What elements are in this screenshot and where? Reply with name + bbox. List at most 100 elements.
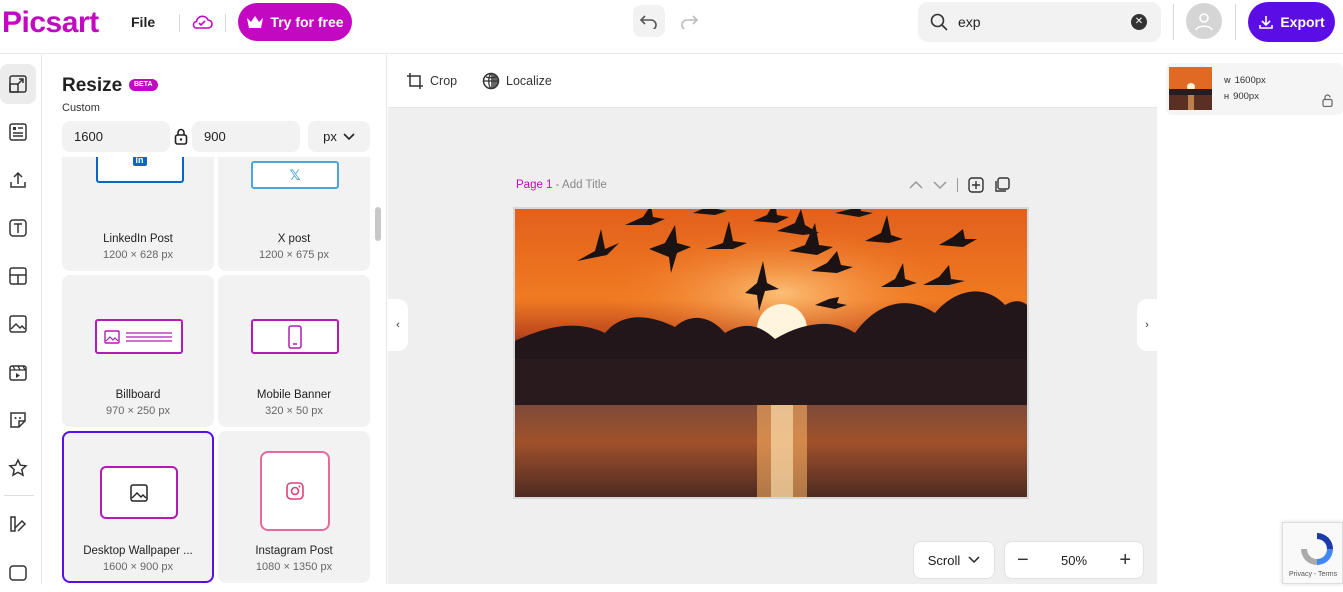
layer-thumbnail <box>1169 67 1212 110</box>
aspect-lock-icon[interactable] <box>174 128 188 150</box>
preset-size: 970 × 250 px <box>106 405 170 417</box>
image-icon <box>130 483 148 502</box>
divider <box>1235 4 1236 40</box>
preset-card-linkedin[interactable]: in LinkedIn Post 1200 × 628 px <box>62 157 214 271</box>
rail-templates[interactable] <box>0 112 36 152</box>
rail-video[interactable] <box>0 352 36 392</box>
resize-icon <box>9 75 27 93</box>
move-page-down-icon[interactable] <box>933 180 947 190</box>
divider <box>1173 4 1174 40</box>
rail-folders[interactable] <box>0 552 36 592</box>
beta-badge: BETA <box>129 79 158 91</box>
crop-label: Crop <box>430 74 458 88</box>
rail-upload[interactable] <box>0 160 36 200</box>
rail-layout[interactable] <box>0 256 36 296</box>
layer-lock-icon[interactable] <box>1322 94 1333 107</box>
height-input[interactable] <box>192 121 300 152</box>
panel-title: Resize <box>62 75 123 96</box>
instagram-icon <box>286 482 304 500</box>
file-menu-button[interactable]: File <box>121 12 165 32</box>
chevron-down-icon <box>343 132 355 140</box>
sunset-photo[interactable] <box>515 209 1027 497</box>
chevron-left-icon: ‹ <box>396 319 400 331</box>
preset-name: Instagram Post <box>255 545 333 557</box>
duplicate-page-icon[interactable] <box>994 177 1010 193</box>
redo-button[interactable] <box>673 5 705 37</box>
move-page-up-icon[interactable] <box>909 180 923 190</box>
add-title-link[interactable]: Add Title <box>562 179 607 191</box>
rail-stickers[interactable] <box>0 400 36 440</box>
crop-tool[interactable]: Crop <box>406 72 457 90</box>
recaptcha-badge[interactable]: Privacy - Terms <box>1282 522 1343 584</box>
clear-search-icon[interactable]: ✕ <box>1131 14 1147 30</box>
preset-card-mobile-banner[interactable]: Mobile Banner 320 × 50 px <box>218 275 370 427</box>
preset-card-x[interactable]: 𝕏 X post 1200 × 675 px <box>218 157 370 271</box>
collapse-right-panel-button[interactable]: › <box>1137 299 1157 351</box>
zoom-out-button[interactable]: − <box>1017 550 1029 570</box>
desktop-wallpaper-thumb <box>100 466 178 519</box>
presets-grid: in LinkedIn Post 1200 × 628 px 𝕏 X post … <box>62 157 372 584</box>
scroll-mode-select[interactable]: Scroll <box>913 541 995 579</box>
page-number: Page 1 <box>516 179 553 191</box>
linkedin-thumb: in <box>96 157 184 183</box>
localize-tool[interactable]: Localize <box>482 72 552 90</box>
rail-photos[interactable] <box>0 304 36 344</box>
scroll-mode-label: Scroll <box>927 552 961 568</box>
preset-card-instagram[interactable]: Instagram Post 1080 × 1350 px <box>218 431 370 583</box>
page-actions-divider <box>957 178 958 192</box>
rail-brand-kit[interactable] <box>0 504 36 544</box>
crop-icon <box>407 73 423 89</box>
user-avatar[interactable] <box>1186 3 1222 39</box>
preset-size: 1200 × 628 px <box>102 249 174 261</box>
zoom-in-button[interactable]: + <box>1119 550 1131 570</box>
canvas-page[interactable] <box>513 207 1029 499</box>
undo-button[interactable] <box>633 5 665 37</box>
add-page-icon[interactable] <box>968 177 984 193</box>
top-bar: Picsart File Try for free ✕ Export <box>0 0 1343 54</box>
search-input[interactable] <box>958 14 1118 30</box>
panel-scrollbar[interactable] <box>375 207 381 241</box>
preset-name: LinkedIn Post <box>103 233 173 245</box>
export-button[interactable]: Export <box>1248 2 1335 42</box>
width-input[interactable] <box>62 121 170 152</box>
zoom-control: − 50% + <box>1004 541 1144 579</box>
width-value: 1600px <box>1234 75 1266 86</box>
try-for-free-button[interactable]: Try for free <box>238 3 352 41</box>
rail-resize[interactable] <box>0 64 36 104</box>
search-icon <box>930 13 948 31</box>
layer-item[interactable]: W 1600px H 900px <box>1166 63 1343 115</box>
page-separator: - <box>552 179 563 191</box>
linkedin-icon: in <box>133 157 147 166</box>
unit-value: px <box>323 129 337 144</box>
page-actions <box>909 177 1010 193</box>
upload-icon <box>10 171 26 188</box>
unit-select[interactable]: px <box>308 121 370 152</box>
preset-card-billboard[interactable]: Billboard 970 × 250 px <box>62 275 214 427</box>
layer-height: H 900px <box>1224 91 1259 102</box>
try-for-free-label: Try for free <box>270 14 344 30</box>
recaptcha-links[interactable]: Privacy - Terms <box>1289 571 1337 578</box>
sticker-icon <box>10 412 26 428</box>
custom-label: Custom <box>62 102 100 114</box>
height-label: H <box>1224 94 1230 101</box>
billboard-icon <box>104 329 172 344</box>
page-title[interactable]: Page 1 - Add Title <box>516 179 607 191</box>
text-icon <box>9 219 27 237</box>
rail-favorites[interactable] <box>0 448 36 488</box>
preset-size: 1200 × 675 px <box>258 249 330 261</box>
preset-size: 320 × 50 px <box>265 405 323 417</box>
preset-card-desktop-wallpaper[interactable]: Desktop Wallpaper ... 1600 × 900 px <box>62 431 214 583</box>
divider <box>179 14 180 32</box>
phone-icon <box>288 324 302 349</box>
collapse-left-panel-button[interactable]: ‹ <box>388 299 408 351</box>
mobile-banner-thumb <box>251 319 339 354</box>
search-bar: ✕ <box>918 2 1161 42</box>
preset-name: X post <box>277 233 311 245</box>
cloud-sync-icon[interactable] <box>190 12 214 32</box>
folder-icon <box>9 565 27 581</box>
rail-text[interactable] <box>0 208 36 248</box>
user-icon <box>1195 13 1213 31</box>
zoom-value[interactable]: 50% <box>1061 553 1087 568</box>
layer-width: W 1600px <box>1224 75 1266 86</box>
picsart-logo[interactable]: Picsart <box>2 6 99 40</box>
